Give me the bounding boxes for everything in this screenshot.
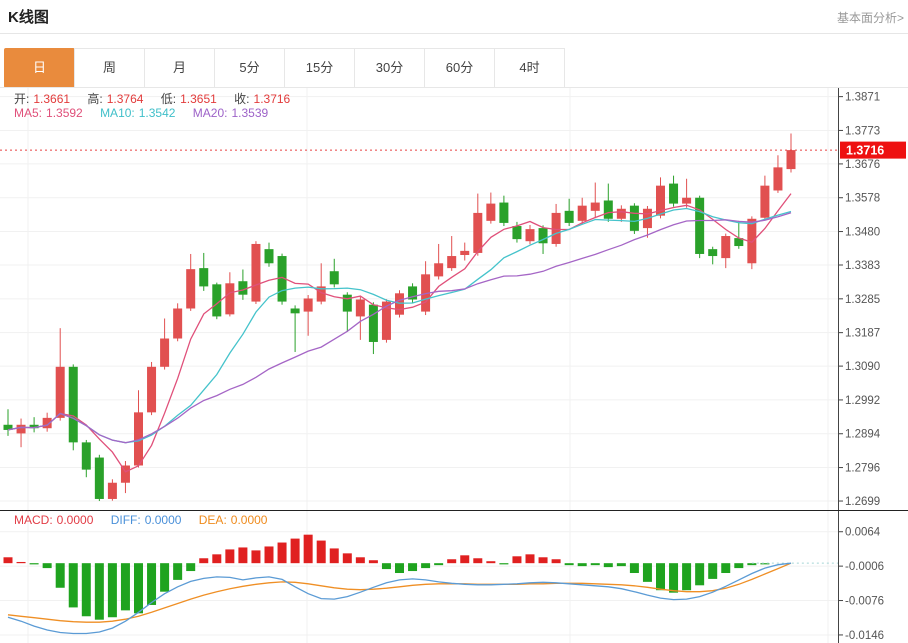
macd-y-tick-labels: 0.0064 -0.0006 -0.0076 -0.0146 [838, 527, 884, 642]
close-label: 收: [234, 92, 249, 106]
ma20-value: 1.3539 [231, 106, 268, 120]
tab-日[interactable]: 日 [4, 48, 75, 88]
tab-15分[interactable]: 15分 [284, 48, 355, 88]
tab-4时[interactable]: 4时 [494, 48, 565, 88]
header-divider [0, 33, 908, 34]
ma10-label: MA10: [100, 106, 135, 120]
high-label: 高: [87, 92, 102, 106]
candles-layer [4, 134, 796, 501]
high-value: 1.3764 [107, 92, 144, 106]
macd-label: MACD: [14, 513, 53, 527]
svg-text:-0.0076: -0.0076 [845, 596, 884, 608]
tab-5分[interactable]: 5分 [214, 48, 285, 88]
low-value: 1.3651 [180, 92, 217, 106]
svg-text:-0.0146: -0.0146 [845, 630, 884, 642]
svg-text:1.2894: 1.2894 [845, 429, 881, 441]
open-value: 1.3661 [33, 92, 70, 106]
open-label: 开: [14, 92, 29, 106]
price-chart-panel: 1.3871 1.3773 1.3676 1.3578 1.3480 1.3383 1.32… [0, 88, 908, 510]
ohlc-readout: 开: 1.3661 高: 1.3764 低: 1.3651 收: 1.3716 [14, 90, 294, 107]
svg-text:1.3871: 1.3871 [845, 92, 880, 104]
close-value: 1.3716 [254, 92, 291, 106]
svg-text:1.3676: 1.3676 [845, 159, 880, 171]
current-price-badge: 1.3716 [840, 142, 906, 159]
ma20-line [8, 213, 791, 443]
candlestick-chart[interactable]: 1.3871 1.3773 1.3676 1.3578 1.3480 1.3383 1.32… [0, 88, 908, 510]
svg-text:1.3716: 1.3716 [846, 144, 884, 158]
ma5-label: MA5: [14, 106, 42, 120]
diff-value: 0.0000 [145, 513, 182, 527]
dea-label: DEA: [199, 513, 227, 527]
tab-60分[interactable]: 60分 [424, 48, 495, 88]
svg-text:0.0064: 0.0064 [845, 527, 881, 539]
ma20-label: MA20: [193, 106, 228, 120]
svg-text:1.3187: 1.3187 [845, 328, 880, 340]
ma5-value: 1.3592 [46, 106, 83, 120]
tab-周[interactable]: 周 [74, 48, 145, 88]
dea-value: 0.0000 [231, 513, 268, 527]
macd-panel: 0.0064 -0.0006 -0.0076 -0.0146 MACD: 0.0000 … [0, 510, 908, 643]
svg-text:1.3285: 1.3285 [845, 294, 880, 306]
svg-text:1.2796: 1.2796 [845, 463, 880, 475]
svg-text:1.2992: 1.2992 [845, 395, 880, 407]
svg-text:1.3578: 1.3578 [845, 193, 880, 205]
ma10-line [8, 209, 791, 443]
svg-text:-0.0006: -0.0006 [845, 561, 884, 573]
macd-chart[interactable]: 0.0064 -0.0006 -0.0076 -0.0146 [0, 510, 908, 643]
kline-widget: K线图 基本面分析> 日周月5分15分30分60分4时 1.3871 1.3773… [0, 0, 908, 643]
ma-readout: MA5: 1.3592 MA10: 1.3542 MA20:1.3539 [14, 106, 272, 120]
tab-月[interactable]: 月 [144, 48, 215, 88]
svg-text:1.3383: 1.3383 [845, 260, 880, 272]
svg-text:1.3480: 1.3480 [845, 227, 880, 239]
price-gridlines [0, 88, 838, 510]
svg-text:1.3773: 1.3773 [845, 125, 880, 137]
interval-tabbar: 日周月5分15分30分60分4时 [5, 48, 565, 88]
svg-text:1.3090: 1.3090 [845, 361, 880, 373]
tab-30分[interactable]: 30分 [354, 48, 425, 88]
macd-histogram [4, 535, 770, 620]
svg-text:1.2699: 1.2699 [845, 496, 880, 508]
fundamental-analysis-link[interactable]: 基本面分析> [837, 9, 904, 26]
low-label: 低: [161, 92, 176, 106]
macd-value: 0.0000 [57, 513, 94, 527]
page-title: K线图 [8, 6, 49, 27]
macd-readout: MACD: 0.0000 DIFF: 0.0000 DEA: 0.0000 [14, 513, 271, 527]
ma10-value: 1.3542 [139, 106, 176, 120]
diff-label: DIFF: [111, 513, 141, 527]
